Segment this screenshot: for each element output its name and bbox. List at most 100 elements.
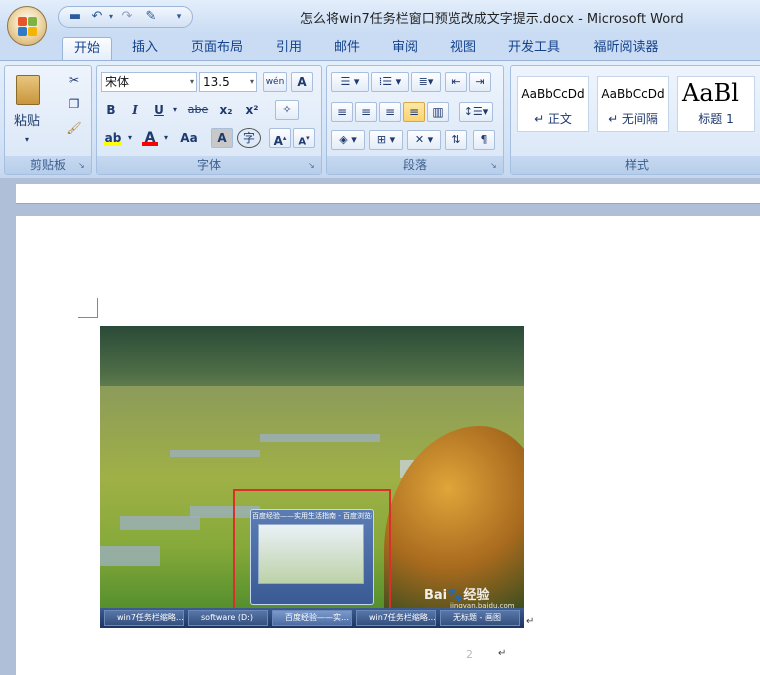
- font-group: 宋体 ▾ 13.5 ▾ wén A B I U ▾ abe x₂ x² ✧ ab ▾…: [96, 65, 322, 175]
- office-button[interactable]: [7, 6, 47, 46]
- shrink-font-button[interactable]: A▾: [293, 128, 315, 148]
- style-name: 标题 1: [698, 112, 734, 126]
- char-border-button[interactable]: A: [291, 72, 313, 92]
- window-title: 怎么将win7任务栏窗口预览改成文字提示.docx - Microsoft Wo…: [300, 12, 684, 27]
- increase-indent-icon[interactable]: ⇥: [469, 72, 491, 92]
- clipboard-launcher-icon[interactable]: ↘: [78, 161, 88, 171]
- font-color-bar: [142, 142, 158, 146]
- bullets-button[interactable]: ☰ ▾: [331, 72, 369, 92]
- save-icon[interactable]: ▬: [67, 9, 83, 25]
- photo-pond: [260, 434, 380, 442]
- asian-layout-button[interactable]: ✕ ▾: [407, 130, 441, 150]
- clear-formatting-icon[interactable]: ✧: [275, 100, 299, 120]
- paste-button[interactable]: 粘贴 ▾: [9, 70, 45, 146]
- paragraph-group-label: 段落: [327, 156, 503, 174]
- redo-icon[interactable]: ↷: [119, 9, 135, 25]
- style-sample: AaBl: [682, 79, 739, 107]
- style-heading-1[interactable]: AaBl 标题 1: [677, 76, 755, 132]
- tab-foxit-reader[interactable]: 福昕阅读器: [584, 37, 668, 60]
- tab-home[interactable]: 开始: [62, 37, 112, 60]
- tab-insert[interactable]: 插入: [124, 37, 166, 60]
- decrease-indent-icon[interactable]: ⇤: [445, 72, 467, 92]
- style-no-spacing[interactable]: AaBbCcDd ↵ 无间隔: [597, 76, 669, 132]
- taskbar-item: win7任务栏缩略…: [356, 610, 436, 626]
- undo-dropdown-icon[interactable]: ▾: [103, 9, 119, 25]
- italic-button[interactable]: I: [125, 100, 145, 120]
- change-case-button[interactable]: Aa: [175, 128, 203, 148]
- shrink-font-label: A: [298, 136, 307, 148]
- enclose-char-button[interactable]: 字: [237, 128, 261, 148]
- highlight-color-bar: [104, 142, 122, 146]
- quick-access-toolbar: ▬ ↶ ▾ ↷ ✎ ▾: [58, 6, 193, 28]
- chevron-down-icon: ▾: [189, 77, 194, 86]
- font-name-select[interactable]: 宋体 ▾: [101, 72, 197, 92]
- font-launcher-icon[interactable]: ↘: [308, 161, 318, 171]
- paragraph-mark: ↵: [526, 616, 535, 627]
- margin-corner-mark: [78, 298, 98, 318]
- font-group-label: 字体: [97, 156, 321, 174]
- photo-pond: [120, 516, 200, 530]
- taskbar-item: 百度经验——实…: [272, 610, 352, 626]
- phonetic-guide-button[interactable]: wén: [263, 72, 287, 92]
- cut-icon[interactable]: ✂: [63, 70, 85, 90]
- paste-label: 粘贴: [13, 114, 40, 129]
- tab-view[interactable]: 视图: [442, 37, 484, 60]
- thumbnail-image: [258, 524, 364, 584]
- baidu-watermark: Bai🐾经验: [424, 588, 490, 603]
- styles-group-label: 样式: [511, 156, 760, 174]
- underline-button[interactable]: U: [149, 100, 169, 120]
- tab-page-layout[interactable]: 页面布局: [184, 37, 250, 60]
- format-painter-icon[interactable]: ✎: [143, 9, 159, 25]
- clipboard-icon: [16, 75, 40, 105]
- style-name: ↵ 正文: [534, 112, 572, 126]
- show-marks-icon[interactable]: ¶: [473, 130, 495, 150]
- multilevel-list-button[interactable]: ≣▾: [411, 72, 441, 92]
- sort-icon[interactable]: ⇅: [445, 130, 467, 150]
- subscript-button[interactable]: x₂: [215, 100, 237, 120]
- photo-pond: [100, 546, 160, 566]
- photo-pond: [170, 450, 260, 457]
- embedded-photo[interactable]: 百度经验——实用生活指南 - 百度浏览器 Bai🐾经验 jingyan.baid…: [100, 326, 524, 628]
- taskbar-thumbnail-preview: [250, 509, 374, 605]
- align-right-icon[interactable]: ≡: [379, 102, 401, 122]
- style-name: ↵ 无间隔: [608, 112, 658, 126]
- paragraph-launcher-icon[interactable]: ↘: [490, 161, 500, 171]
- highlight-dropdown-icon[interactable]: ▾: [125, 128, 135, 148]
- chevron-down-icon: ▾: [249, 77, 254, 86]
- align-center-icon[interactable]: ≡: [355, 102, 377, 122]
- char-shading-button[interactable]: A: [211, 128, 233, 148]
- bold-button[interactable]: B: [101, 100, 121, 120]
- line-spacing-button[interactable]: ↕☰▾: [459, 102, 493, 122]
- tab-developer[interactable]: 开发工具: [500, 37, 568, 60]
- font-color-button[interactable]: A: [139, 128, 161, 148]
- justify-icon[interactable]: ≡: [403, 102, 425, 122]
- underline-dropdown-icon[interactable]: ▾: [169, 100, 181, 120]
- paragraph-group: ☰ ▾ ⁞☰ ▾ ≣▾ ⇤ ⇥ ≡ ≡ ≡ ≡ ▥ ↕☰▾ ◈ ▾ ⊞ ▾ ✕ …: [326, 65, 504, 175]
- taskbar-item: software (D:): [188, 610, 268, 626]
- numbering-button[interactable]: ⁞☰ ▾: [371, 72, 409, 92]
- shading-button[interactable]: ◈ ▾: [331, 130, 365, 150]
- preview-caption: 百度经验——实用生活指南 - 百度浏览器: [252, 512, 372, 520]
- styles-group: AaBbCcDd ↵ 正文 AaBbCcDd ↵ 无间隔 AaBl 标题 1 样…: [510, 65, 760, 175]
- clipboard-group: 粘贴 ▾ ✂ ❐ 🖌 剪贴板 ↘: [4, 65, 92, 175]
- tab-mailings[interactable]: 邮件: [326, 37, 368, 60]
- highlight-button[interactable]: ab: [101, 128, 125, 148]
- superscript-button[interactable]: x²: [241, 100, 263, 120]
- taskbar-item: win7任务栏缩略…: [104, 610, 184, 626]
- page-number: 2: [466, 648, 473, 661]
- customize-icon[interactable]: ▾: [171, 9, 187, 25]
- font-size-select[interactable]: 13.5 ▾: [199, 72, 257, 92]
- ribbon-tabs: 开始 插入 页面布局 引用 邮件 审阅 视图 开发工具 福昕阅读器: [0, 34, 760, 60]
- grow-font-button[interactable]: A▴: [269, 128, 291, 148]
- borders-button[interactable]: ⊞ ▾: [369, 130, 403, 150]
- tab-review[interactable]: 审阅: [384, 37, 426, 60]
- style-normal[interactable]: AaBbCcDd ↵ 正文: [517, 76, 589, 132]
- office-logo-icon: [18, 17, 38, 37]
- align-left-icon[interactable]: ≡: [331, 102, 353, 122]
- distributed-icon[interactable]: ▥: [427, 102, 449, 122]
- copy-icon[interactable]: ❐: [63, 94, 85, 114]
- format-painter-brush-icon[interactable]: 🖌: [63, 118, 85, 138]
- tab-references[interactable]: 引用: [268, 37, 310, 60]
- font-color-dropdown-icon[interactable]: ▾: [161, 128, 171, 148]
- strikethrough-button[interactable]: abe: [185, 100, 211, 120]
